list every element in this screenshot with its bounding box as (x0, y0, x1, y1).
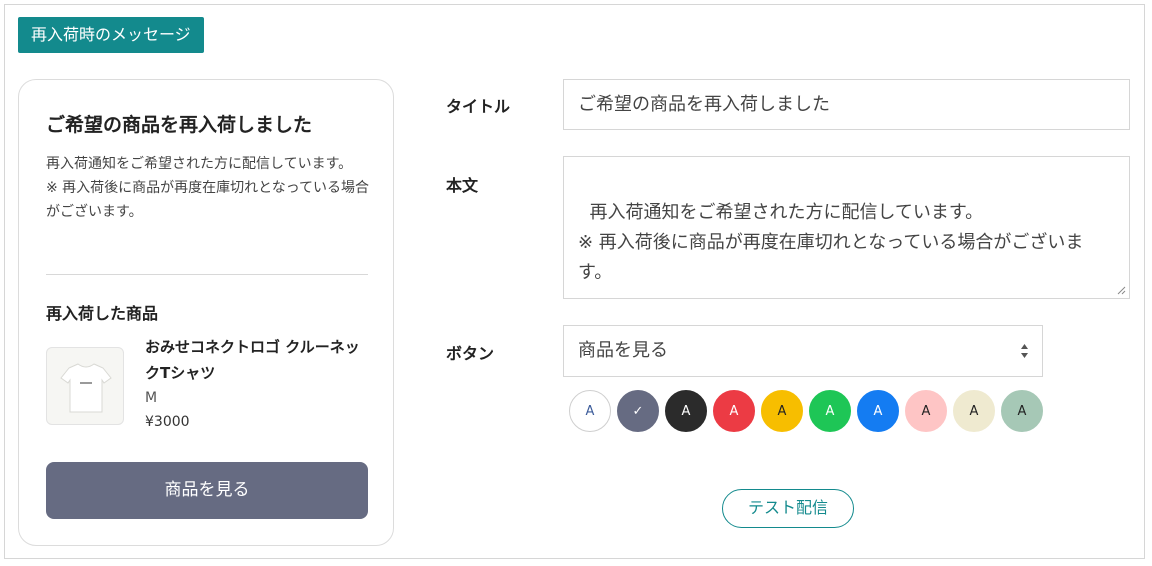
button-label-select[interactable]: 商品を見る (563, 325, 1043, 377)
preview-title: ご希望の商品を再入荷しました (46, 114, 313, 136)
select-arrows-icon (1021, 344, 1028, 358)
swatch-letter: A (921, 404, 931, 419)
check-icon: ✓ (632, 404, 644, 419)
swatch-letter: A (969, 404, 979, 419)
swatch-letter: A (873, 404, 883, 419)
color-swatch[interactable]: A (761, 390, 803, 432)
swatch-letter: A (825, 404, 835, 419)
color-swatch-selected[interactable]: ✓ (617, 390, 659, 432)
color-swatch[interactable]: A (857, 390, 899, 432)
swatch-letter: A (777, 404, 787, 419)
resize-handle-icon[interactable] (1117, 286, 1126, 295)
swatch-letter: A (681, 404, 691, 419)
swatch-letter: A (585, 404, 595, 419)
body-textarea[interactable]: 再入荷通知をご希望された方に配信しています。 ※ 再入荷後に商品が再度在庫切れと… (563, 156, 1130, 299)
preview-divider (46, 274, 368, 275)
tshirt-icon (46, 347, 124, 425)
button-label-select-value: 商品を見る (578, 340, 668, 361)
button-label: ボタン (446, 344, 495, 363)
preview-section-label: 再入荷した商品 (46, 304, 159, 323)
color-swatch[interactable]: A (809, 390, 851, 432)
body-text: 再入荷通知をご希望された方に配信しています。 ※ 再入荷後に商品が再度在庫切れと… (578, 202, 1084, 283)
color-swatch[interactable]: A (665, 390, 707, 432)
message-preview-card: ご希望の商品を再入荷しました 再入荷通知をご希望された方に配信しています。 ※ … (18, 79, 394, 546)
preview-product-variant: M (145, 390, 158, 406)
body-label: 本文 (446, 176, 479, 195)
title-label: タイトル (446, 97, 511, 116)
color-swatch[interactable]: A (1001, 390, 1043, 432)
preview-view-product-button[interactable]: 商品を見る (46, 462, 368, 519)
swatch-letter: A (1017, 404, 1027, 419)
color-swatch[interactable]: A (953, 390, 995, 432)
color-swatch[interactable]: A (569, 390, 611, 432)
test-send-button[interactable]: テスト配信 (722, 489, 854, 528)
section-tag: 再入荷時のメッセージ (18, 17, 204, 53)
title-input[interactable]: ご希望の商品を再入荷しました (563, 79, 1130, 130)
preview-body: 再入荷通知をご希望された方に配信しています。 ※ 再入荷後に商品が再度在庫切れと… (46, 156, 370, 220)
color-swatch[interactable]: A (905, 390, 947, 432)
swatch-letter: A (729, 404, 739, 419)
color-swatch[interactable]: A (713, 390, 755, 432)
preview-product-price: ¥3000 (145, 414, 190, 430)
preview-product-name: おみせコネクトロゴ クルーネックTシャツ (145, 338, 360, 382)
